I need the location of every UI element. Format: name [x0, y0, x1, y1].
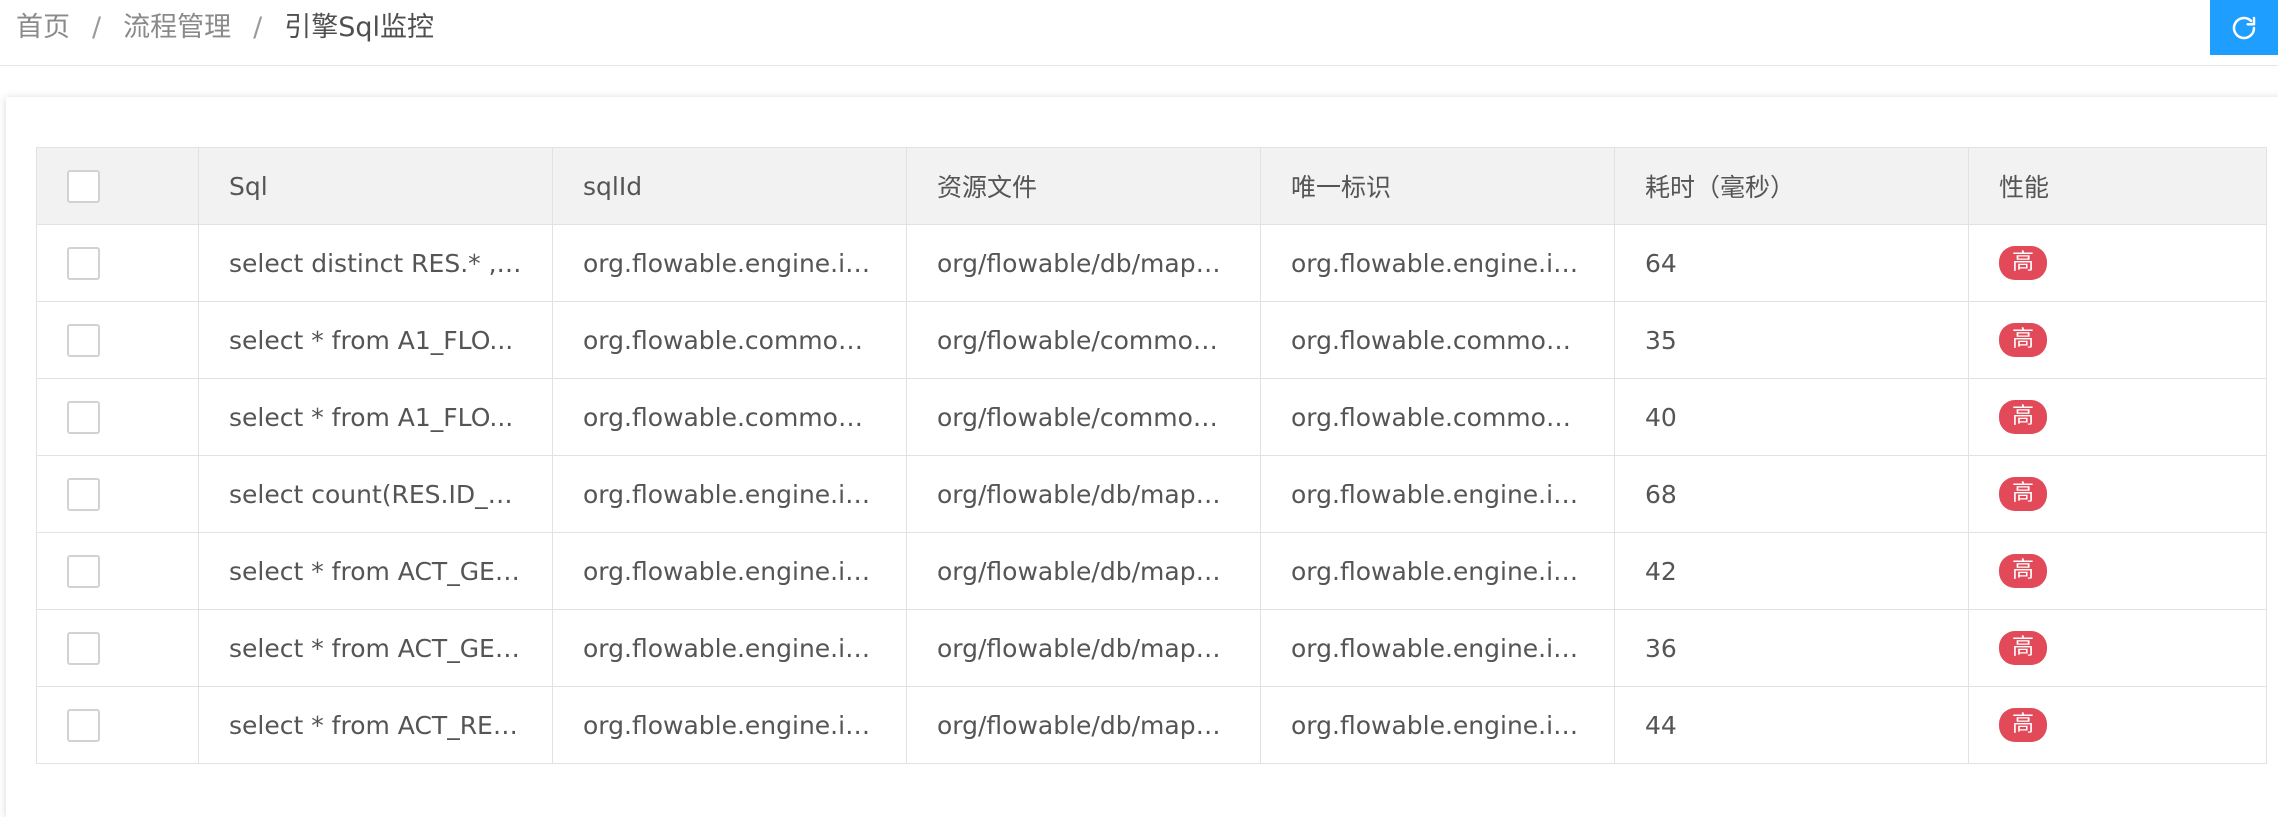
header-duration: 耗时（毫秒） — [1614, 147, 1969, 225]
performance-badge: 高 — [1999, 323, 2048, 357]
performance-badge: 高 — [1999, 631, 2048, 665]
cell-performance: 高 — [1968, 609, 2267, 687]
table-header-row: Sql sqlId 资源文件 唯一标识 耗时（毫秒） 性能 — [36, 147, 2267, 225]
performance-badge: 高 — [1999, 708, 2048, 742]
cell-unique-id: org.flowable.engine.im... — [1260, 609, 1615, 687]
performance-badge: 高 — [1999, 246, 2048, 280]
cell-sqlid: org.flowable.engine.im... — [552, 455, 907, 533]
header-performance: 性能 — [1968, 147, 2267, 225]
cell-sql: select count(RES.ID_) ... — [198, 455, 553, 533]
performance-badge: 高 — [1999, 477, 2048, 511]
table-row[interactable]: select * from A1_FLO... org.flowable.com… — [36, 301, 2267, 379]
cell-sql: select * from A1_FLO... — [198, 301, 553, 379]
cell-sqlid: org.flowable.engine.im... — [552, 686, 907, 764]
cell-sql: select * from A1_FLO... — [198, 378, 553, 456]
table-row[interactable]: select * from ACT_GE_... org.flowable.en… — [36, 532, 2267, 610]
cell-sql: select * from ACT_RE_... — [198, 686, 553, 764]
row-select-cell — [36, 609, 199, 687]
header-resource-file: 资源文件 — [906, 147, 1261, 225]
breadcrumb-process-management[interactable]: 流程管理 — [123, 10, 231, 46]
breadcrumb-separator: / — [253, 12, 263, 43]
select-all-checkbox[interactable] — [67, 169, 100, 203]
cell-resource-file: org/flowable/db/mappi... — [906, 224, 1261, 302]
table-row[interactable]: select * from A1_FLO... org.flowable.com… — [36, 378, 2267, 456]
cell-resource-file: org/flowable/common/... — [906, 301, 1261, 379]
row-select-cell — [36, 455, 199, 533]
cell-duration: 36 — [1614, 609, 1969, 687]
cell-sql: select distinct RES.* , ... — [198, 224, 553, 302]
cell-performance: 高 — [1968, 224, 2267, 302]
header-select-all-cell — [36, 147, 199, 225]
cell-unique-id: org.flowable.engine.im... — [1260, 532, 1615, 610]
cell-duration: 35 — [1614, 301, 1969, 379]
table-row[interactable]: select * from ACT_RE_... org.flowable.en… — [36, 686, 2267, 764]
performance-badge: 高 — [1999, 554, 2048, 588]
row-select-cell — [36, 224, 199, 302]
row-checkbox[interactable] — [67, 400, 100, 434]
cell-performance: 高 — [1968, 532, 2267, 610]
cell-performance: 高 — [1968, 378, 2267, 456]
cell-sqlid: org.flowable.common.... — [552, 301, 907, 379]
breadcrumb-current-page: 引擎Sql监控 — [284, 12, 434, 43]
cell-sqlid: org.flowable.engine.im... — [552, 609, 907, 687]
header-unique-id: 唯一标识 — [1260, 147, 1615, 225]
table-row[interactable]: select count(RES.ID_) ... org.flowable.e… — [36, 455, 2267, 533]
cell-performance: 高 — [1968, 301, 2267, 379]
row-checkbox[interactable] — [67, 477, 100, 511]
table-row[interactable]: select distinct RES.* , ... org.flowable… — [36, 224, 2267, 302]
cell-resource-file: org/flowable/db/mappi... — [906, 455, 1261, 533]
cell-duration: 68 — [1614, 455, 1969, 533]
row-select-cell — [36, 378, 199, 456]
cell-unique-id: org.flowable.engine.im... — [1260, 224, 1615, 302]
row-checkbox[interactable] — [67, 708, 100, 742]
cell-sql: select * from ACT_GE_... — [198, 532, 553, 610]
row-checkbox[interactable] — [67, 323, 100, 357]
cell-sql: select * from ACT_GE_... — [198, 609, 553, 687]
cell-duration: 44 — [1614, 686, 1969, 764]
row-checkbox[interactable] — [67, 246, 100, 280]
cell-sqlid: org.flowable.engine.im... — [552, 224, 907, 302]
cell-resource-file: org/flowable/db/mappi... — [906, 532, 1261, 610]
row-select-cell — [36, 686, 199, 764]
content-card: Sql sqlId 资源文件 唯一标识 耗时（毫秒） 性能 select dis… — [6, 97, 2278, 817]
cell-sqlid: org.flowable.common.... — [552, 378, 907, 456]
cell-duration: 42 — [1614, 532, 1969, 610]
cell-resource-file: org/flowable/common/... — [906, 378, 1261, 456]
table-row[interactable]: select * from ACT_GE_... org.flowable.en… — [36, 609, 2267, 687]
row-select-cell — [36, 301, 199, 379]
cell-performance: 高 — [1968, 455, 2267, 533]
performance-badge: 高 — [1999, 400, 2048, 434]
cell-unique-id: org.flowable.common.... — [1260, 378, 1615, 456]
row-checkbox[interactable] — [67, 631, 100, 665]
cell-unique-id: org.flowable.engine.im... — [1260, 686, 1615, 764]
cell-sqlid: org.flowable.engine.im... — [552, 532, 907, 610]
cell-unique-id: org.flowable.engine.im... — [1260, 455, 1615, 533]
row-select-cell — [36, 532, 199, 610]
header-sqlid: sqlId — [552, 147, 907, 225]
breadcrumb: 首页 / 流程管理 / 引擎Sql监控 — [16, 10, 434, 46]
breadcrumb-home[interactable]: 首页 — [16, 10, 70, 46]
header-sql: Sql — [198, 147, 553, 225]
cell-resource-file: org/flowable/db/mappi... — [906, 686, 1261, 764]
cell-unique-id: org.flowable.common.... — [1260, 301, 1615, 379]
top-bar: 首页 / 流程管理 / 引擎Sql监控 — [0, 0, 2278, 66]
cell-duration: 40 — [1614, 378, 1969, 456]
cell-resource-file: org/flowable/db/mappi... — [906, 609, 1261, 687]
row-checkbox[interactable] — [67, 554, 100, 588]
cell-duration: 64 — [1614, 224, 1969, 302]
refresh-icon — [2232, 16, 2256, 39]
sql-monitor-table: Sql sqlId 资源文件 唯一标识 耗时（毫秒） 性能 select dis… — [36, 147, 2267, 764]
breadcrumb-separator: / — [92, 12, 102, 43]
cell-performance: 高 — [1968, 686, 2267, 764]
refresh-button[interactable] — [2210, 0, 2278, 55]
